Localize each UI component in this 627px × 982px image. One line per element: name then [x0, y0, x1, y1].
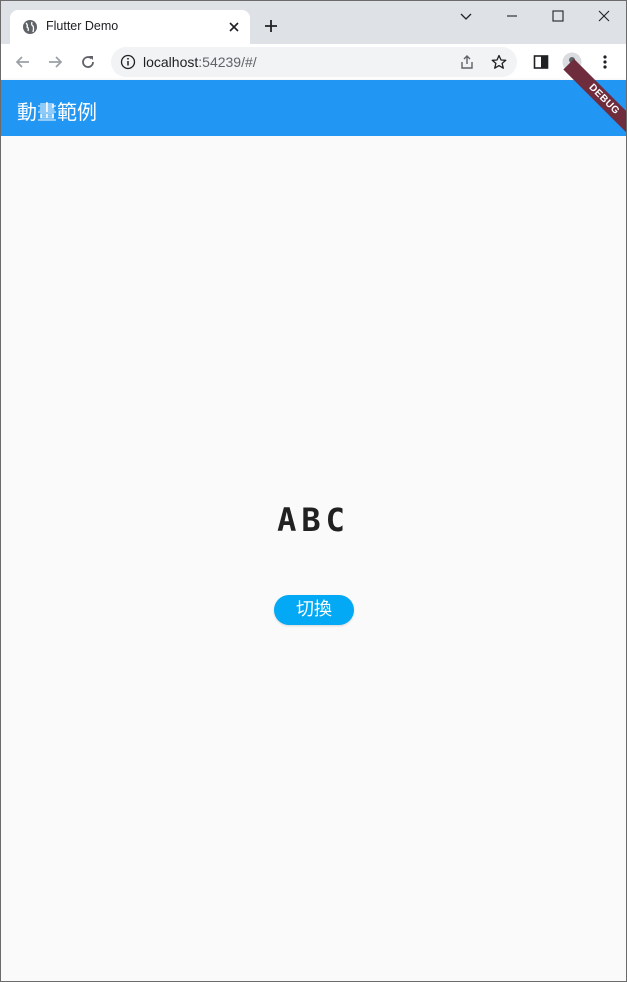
info-icon[interactable] [120, 54, 136, 70]
forward-icon[interactable] [45, 52, 65, 72]
tab-strip: Flutter Demo [1, 1, 626, 44]
address-bar[interactable]: localhost:54239/#/ [111, 47, 517, 77]
browser-window: Flutter Demo localhost:54239/#/ 動畫範例 DEB… [0, 0, 627, 982]
side-panel-icon[interactable] [531, 52, 551, 72]
close-window-icon[interactable] [594, 6, 614, 26]
minimize-icon[interactable] [502, 6, 522, 26]
animated-text: ABC [277, 501, 350, 539]
reload-icon[interactable] [78, 52, 98, 72]
url-text: localhost:54239/#/ [143, 54, 257, 70]
browser-toolbar: localhost:54239/#/ [1, 44, 626, 80]
more-menu-icon[interactable] [595, 52, 615, 72]
app-body: ABC 切換 [1, 136, 626, 981]
page-title: 動畫範例 [17, 100, 97, 124]
back-icon[interactable] [13, 52, 33, 72]
tab-title: Flutter Demo [46, 19, 119, 33]
share-icon[interactable] [459, 54, 475, 70]
url-host: localhost [143, 54, 199, 70]
star-icon[interactable] [491, 54, 507, 70]
maximize-icon[interactable] [548, 6, 568, 26]
close-tab-icon[interactable] [226, 19, 242, 35]
url-path: :54239/#/ [198, 54, 257, 70]
new-tab-icon[interactable] [263, 18, 279, 34]
toggle-button[interactable]: 切換 [274, 595, 354, 625]
app-bar: 動畫範例 DEBUG [1, 58, 626, 141]
chevron-down-icon[interactable] [456, 6, 476, 26]
globe-icon [23, 20, 37, 34]
browser-tab[interactable]: Flutter Demo [10, 10, 250, 44]
